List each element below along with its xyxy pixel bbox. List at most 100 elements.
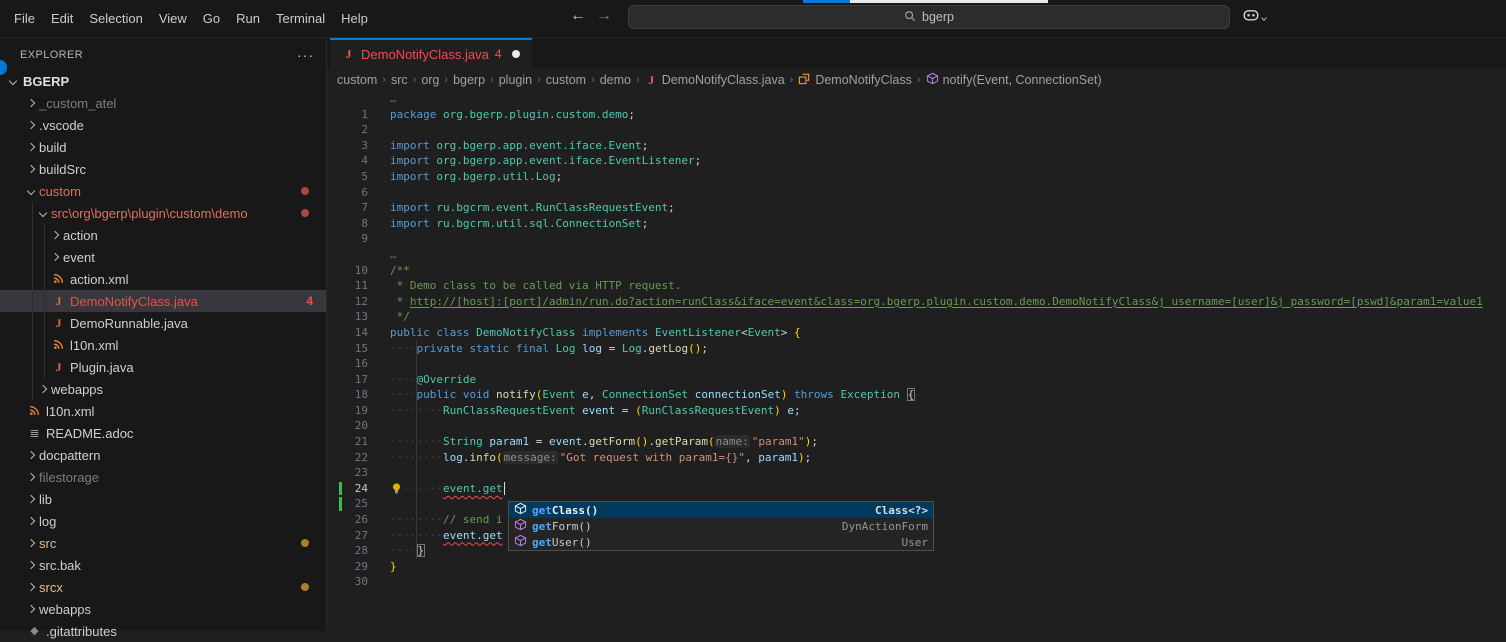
breadcrumb-file[interactable]: JDemoNotifyClass.java xyxy=(645,73,785,87)
tree-item-webapps[interactable]: webapps xyxy=(0,598,326,620)
explorer-sidebar: EXPLORER ··· BGERP _custom_atel.vscodebu… xyxy=(0,38,327,631)
menu-file[interactable]: File xyxy=(6,6,43,31)
tree-item-l10n-xml[interactable]: l10n.xml xyxy=(0,400,326,422)
tab-modified-dot-icon[interactable] xyxy=(512,50,520,58)
code-line-18[interactable]: 18····public void notify(Event e, Connec… xyxy=(327,387,1506,403)
menu-go[interactable]: Go xyxy=(195,6,228,31)
lightbulb-icon[interactable] xyxy=(390,482,405,496)
tree-item-demorunnable-java[interactable]: JDemoRunnable.java xyxy=(0,312,326,334)
tree-item-action[interactable]: action xyxy=(0,224,326,246)
code-line-2[interactable]: 2 xyxy=(327,122,1506,138)
suggest-item-getuser[interactable]: getUser()User xyxy=(509,534,933,550)
tree-item-docpattern[interactable]: docpattern xyxy=(0,444,326,466)
code-line-4[interactable]: 4import org.bgerp.app.event.iface.EventL… xyxy=(327,153,1506,169)
line-number: 18 xyxy=(327,387,368,403)
tree-item-log[interactable]: log xyxy=(0,510,326,532)
code-line-14[interactable]: 14public class DemoNotifyClass implement… xyxy=(327,325,1506,341)
breadcrumb-segment[interactable]: src xyxy=(391,73,408,87)
explorer-actions-icon[interactable]: ··· xyxy=(297,47,314,63)
suggest-item-getform[interactable]: getForm()DynActionForm xyxy=(509,518,933,534)
code-line-15[interactable]: 15····private static final Log log = Log… xyxy=(327,341,1506,357)
tree-item-filestorage[interactable]: filestorage xyxy=(0,466,326,488)
code-line-ellipsis[interactable]: … xyxy=(327,247,1506,263)
code-line-6[interactable]: 6 xyxy=(327,185,1506,201)
code-line-20[interactable]: 20 xyxy=(327,418,1506,434)
tree-item-action-xml[interactable]: action.xml xyxy=(0,268,326,290)
code-line-16[interactable]: 16 xyxy=(327,356,1506,372)
code-line-5[interactable]: 5import org.bgerp.util.Log; xyxy=(327,169,1506,185)
tab-problem-badge: 4 xyxy=(495,47,502,61)
breadcrumb-segment[interactable]: custom xyxy=(337,73,377,87)
breadcrumb-segment[interactable]: org xyxy=(421,73,439,87)
breadcrumb-segment[interactable]: custom xyxy=(546,73,586,87)
tree-item-src-bak[interactable]: src.bak xyxy=(0,554,326,576)
tab-demonotifyclass[interactable]: J DemoNotifyClass.java 4 xyxy=(330,38,532,68)
tree-item-event[interactable]: event xyxy=(0,246,326,268)
tree-item--vscode[interactable]: .vscode xyxy=(0,114,326,136)
code-line-11[interactable]: 11 * Demo class to be called via HTTP re… xyxy=(327,278,1506,294)
suggest-item-getclass[interactable]: getClass()Class<?> xyxy=(509,502,933,518)
code-line-17[interactable]: 17····@Override xyxy=(327,372,1506,388)
chevron-right-icon xyxy=(27,517,35,525)
menu-run[interactable]: Run xyxy=(228,6,268,31)
method-symbol-icon xyxy=(926,72,939,88)
history-nav: ← → xyxy=(570,7,612,25)
code-line-21[interactable]: 21········String param1 = event.getForm(… xyxy=(327,434,1506,450)
code-line-3[interactable]: 3import org.bgerp.app.event.iface.Event; xyxy=(327,138,1506,154)
problem-count-badge: 4 xyxy=(306,294,313,308)
menu-edit[interactable]: Edit xyxy=(43,6,81,31)
tree-item-src[interactable]: src xyxy=(0,532,326,554)
tree-item-demonotifyclass-java[interactable]: JDemoNotifyClass.java4 xyxy=(0,290,326,312)
tree-item-readme-adoc[interactable]: ≣README.adoc xyxy=(0,422,326,444)
tree-item-custom[interactable]: custom xyxy=(0,180,326,202)
line-number: 30 xyxy=(327,574,368,590)
tree-item-l10n-xml[interactable]: l10n.xml xyxy=(0,334,326,356)
tree-item-src-org-bgerp-plugin-custom-demo[interactable]: src\org\bgerp\plugin\custom\demo xyxy=(0,202,326,224)
code-line-8[interactable]: 8import ru.bgcrm.util.sql.ConnectionSet; xyxy=(327,216,1506,232)
method-symbol-icon xyxy=(514,534,527,550)
back-arrow-icon[interactable]: ← xyxy=(570,7,586,25)
code-line-19[interactable]: 19········RunClassRequestEvent event = (… xyxy=(327,403,1506,419)
tree-item-srcx[interactable]: srcx xyxy=(0,576,326,598)
git-file-icon: ◆ xyxy=(28,626,41,637)
menu-selection[interactable]: Selection xyxy=(81,6,150,31)
code-line-1[interactable]: 1package org.bgerp.plugin.custom.demo; xyxy=(327,107,1506,123)
code-line-13[interactable]: 13 */ xyxy=(327,309,1506,325)
java-file-icon: J xyxy=(342,48,355,60)
line-number: 7 xyxy=(327,200,368,216)
breadcrumb-method-symbol[interactable]: notify(Event, ConnectionSet) xyxy=(926,72,1102,88)
chevron-right-icon xyxy=(27,121,35,129)
copilot-menu[interactable] xyxy=(1243,7,1266,28)
code-line-24[interactable]: 24········event.get xyxy=(327,481,1506,497)
command-center-search[interactable]: bgerp xyxy=(628,5,1230,29)
forward-arrow-icon[interactable]: → xyxy=(596,7,612,25)
tree-root-bgerp[interactable]: BGERP xyxy=(0,70,326,92)
chevron-down-icon xyxy=(39,209,47,217)
menu-terminal[interactable]: Terminal xyxy=(268,6,333,31)
code-line-22[interactable]: 22········log.info(message:"Got request … xyxy=(327,450,1506,466)
tree-item-build[interactable]: build xyxy=(0,136,326,158)
breadcrumb-separator: › xyxy=(490,74,494,86)
code-line-7[interactable]: 7import ru.bgcrm.event.RunClassRequestEv… xyxy=(327,200,1506,216)
line-number: 1 xyxy=(327,107,368,123)
code-line-23[interactable]: 23 xyxy=(327,465,1506,481)
tree-item-buildsrc[interactable]: buildSrc xyxy=(0,158,326,180)
menu-view[interactable]: View xyxy=(151,6,195,31)
tree-item--gitattributes[interactable]: ◆.gitattributes xyxy=(0,620,326,642)
tree-item-webapps[interactable]: webapps xyxy=(0,378,326,400)
menu-help[interactable]: Help xyxy=(333,6,376,31)
code-line-ellipsis[interactable]: … xyxy=(327,91,1506,107)
breadcrumb-segment[interactable]: plugin xyxy=(499,73,532,87)
breadcrumb-segment[interactable]: demo xyxy=(600,73,631,87)
code-line-30[interactable]: 30 xyxy=(327,574,1506,590)
tree-item--custom-atel[interactable]: _custom_atel xyxy=(0,92,326,114)
code-line-9[interactable]: 9 xyxy=(327,231,1506,247)
breadcrumb-segment[interactable]: bgerp xyxy=(453,73,485,87)
editor-area[interactable]: J DemoNotifyClass.java 4 custom›src›org›… xyxy=(327,38,1506,631)
breadcrumb-class-symbol[interactable]: DemoNotifyClass xyxy=(798,72,912,88)
code-line-12[interactable]: 12 * http://[host]:[port]/admin/run.do?a… xyxy=(327,294,1506,310)
code-line-10[interactable]: 10/** xyxy=(327,263,1506,279)
tree-item-lib[interactable]: lib xyxy=(0,488,326,510)
tree-item-plugin-java[interactable]: JPlugin.java xyxy=(0,356,326,378)
code-line-29[interactable]: 29} xyxy=(327,559,1506,575)
